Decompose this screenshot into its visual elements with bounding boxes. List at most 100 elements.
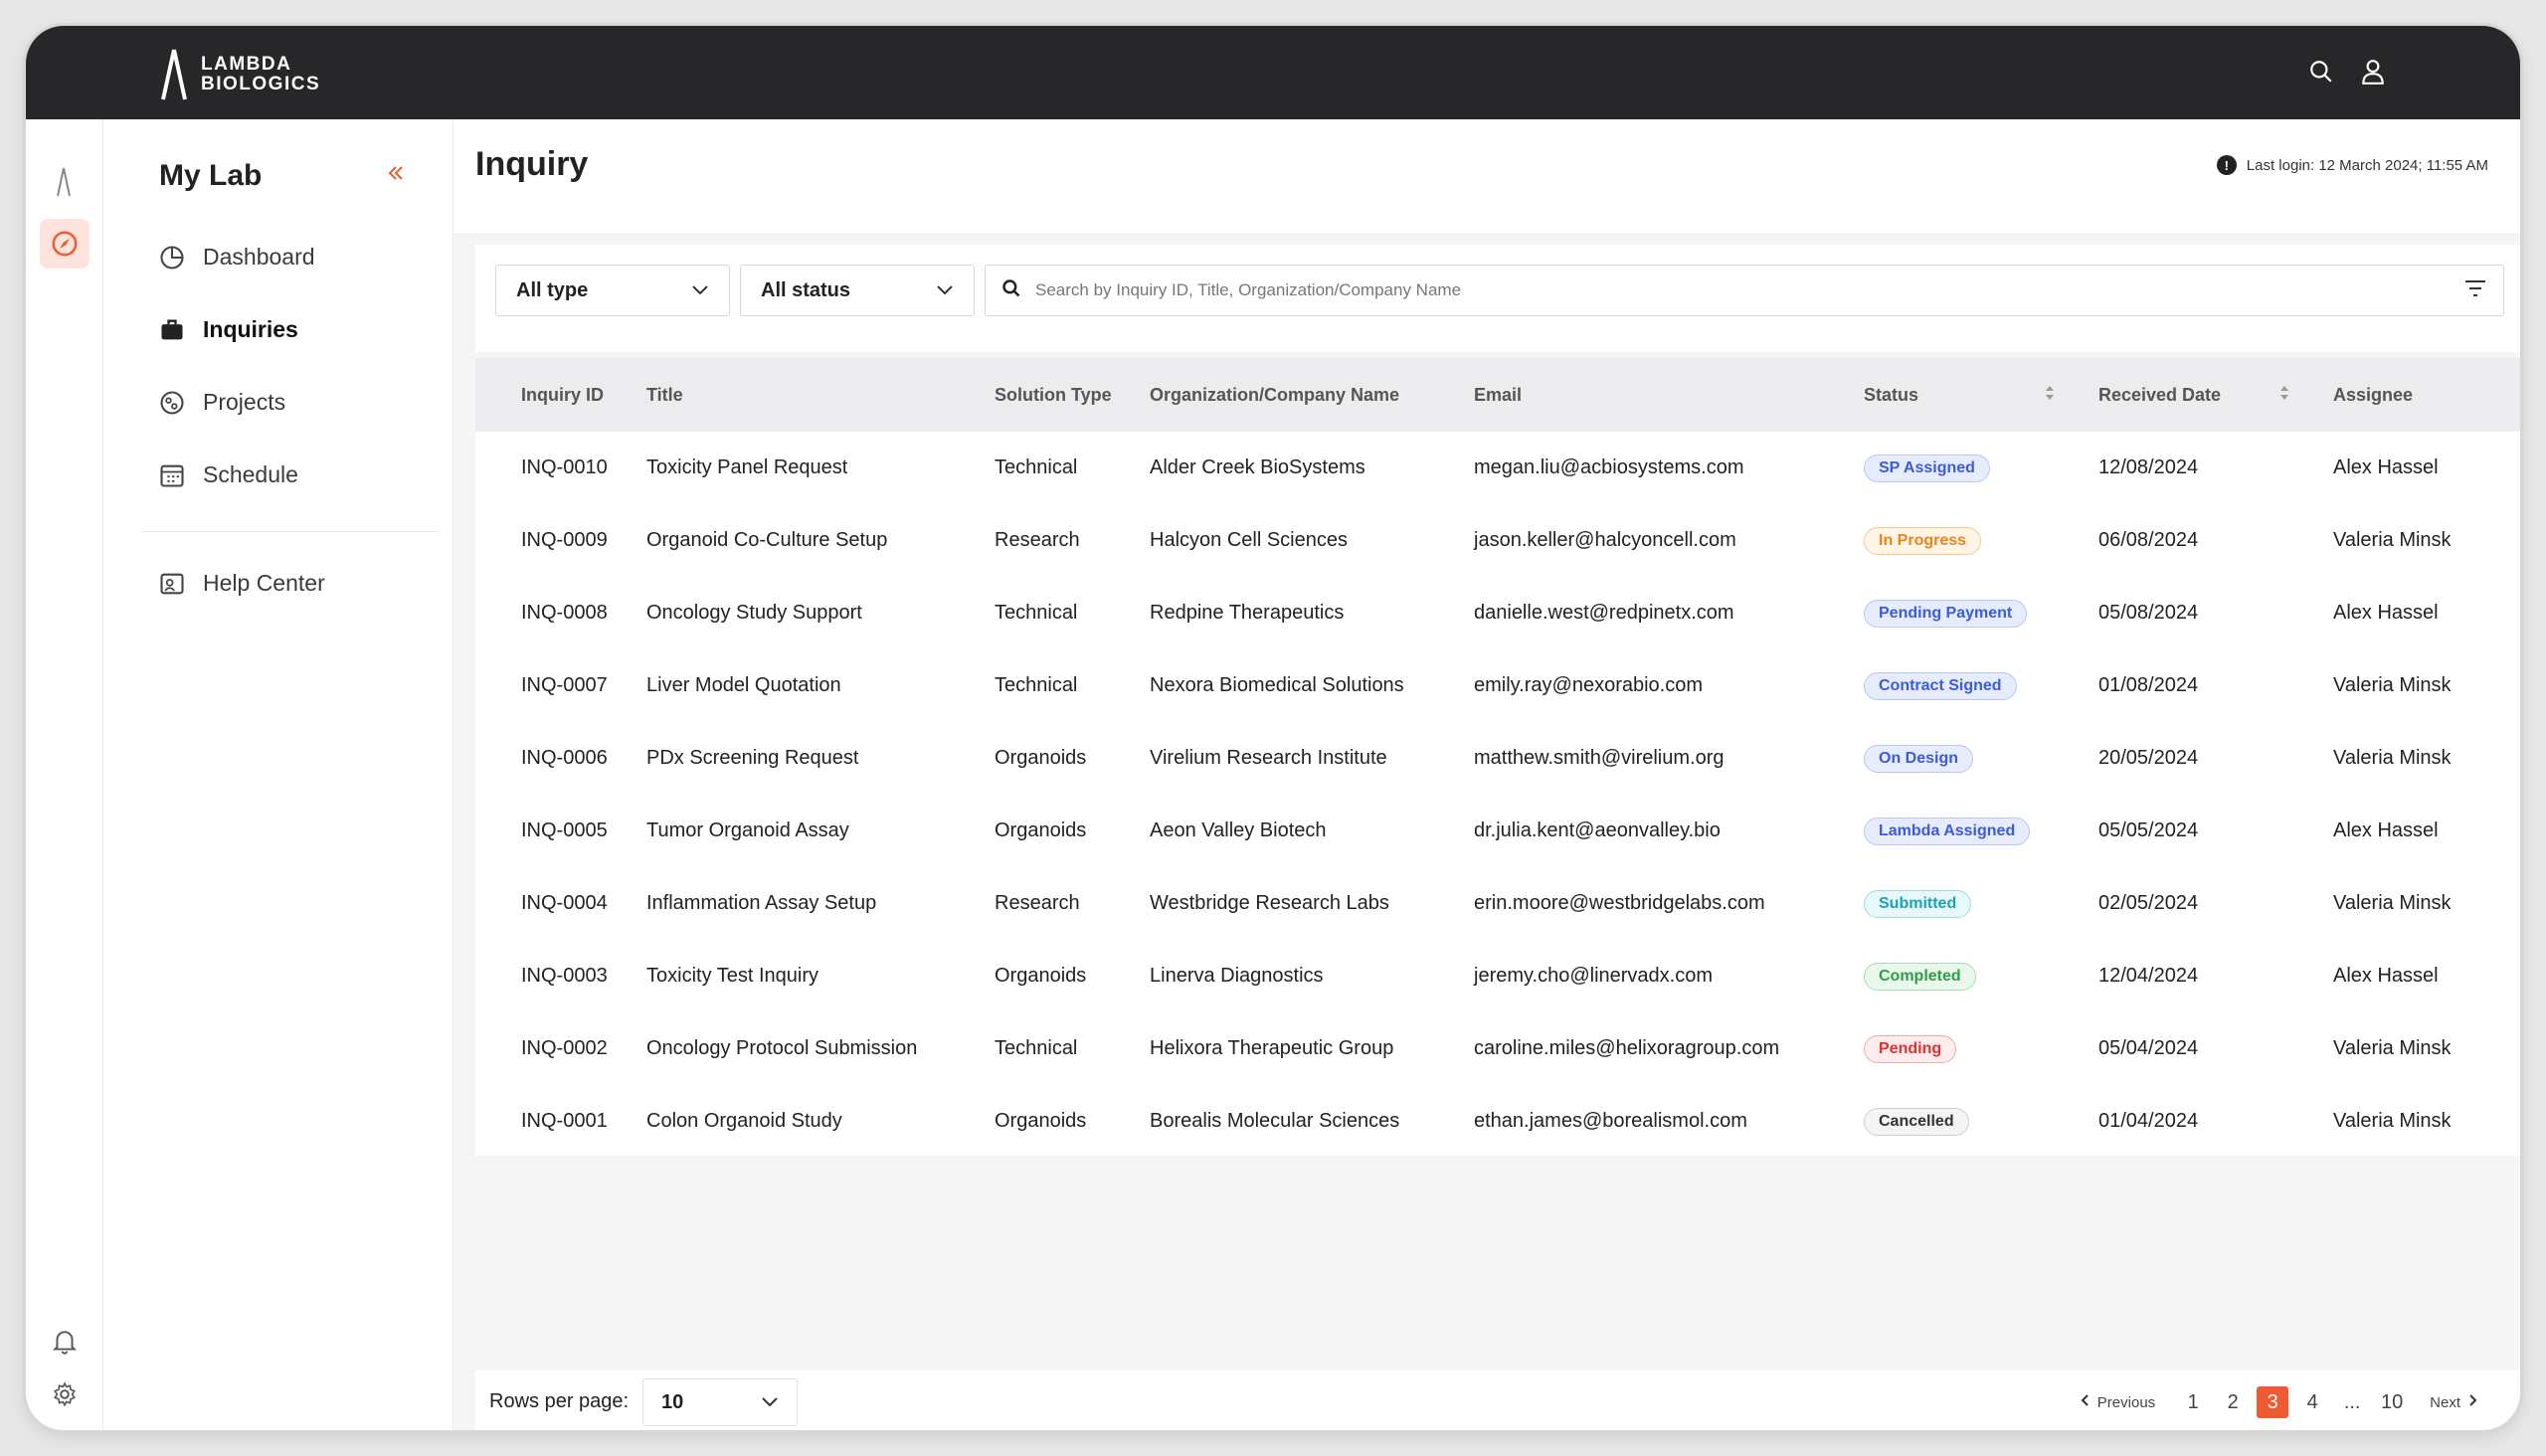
sort-icon[interactable]: [2277, 383, 2291, 408]
header-solution-type[interactable]: Solution Type: [995, 385, 1112, 406]
page-1-button[interactable]: 1: [2177, 1386, 2209, 1418]
cell-email: danielle.west@redpinetx.com: [1474, 602, 1734, 624]
cell-organization: Borealis Molecular Sciences: [1150, 1110, 1400, 1132]
header-assignee[interactable]: Assignee: [2333, 385, 2413, 406]
briefcase-icon: [157, 315, 187, 345]
page-2-button[interactable]: 2: [2217, 1386, 2249, 1418]
search-input[interactable]: [1035, 280, 2450, 300]
status-badge: Lambda Assigned: [1864, 817, 2031, 845]
page-3-button[interactable]: 3: [2257, 1386, 2289, 1418]
sidebar-item-label: Inquiries: [203, 316, 298, 342]
table-row[interactable]: INQ-0002 Oncology Protocol Submission Tech…: [475, 1012, 2520, 1085]
rows-per-page-select[interactable]: 10: [642, 1378, 798, 1426]
header-received-date[interactable]: Received Date: [2098, 385, 2221, 406]
lambda-mark-icon[interactable]: [56, 167, 72, 202]
previous-page-button[interactable]: Previous: [2080, 1393, 2155, 1411]
filter-bar: All type All status: [475, 245, 2520, 352]
cell-inquiry-id: INQ-0003: [521, 965, 608, 987]
filter-icon[interactable]: [2463, 278, 2487, 303]
cell-title: Toxicity Test Inquiry: [646, 965, 819, 987]
collapse-sidebar-icon[interactable]: [384, 161, 408, 190]
status-filter-select[interactable]: All status: [740, 265, 975, 316]
cell-assignee: Valeria Minsk: [2333, 529, 2452, 551]
next-page-button[interactable]: Next: [2430, 1393, 2478, 1411]
cell-title: Organoid Co-Culture Setup: [646, 529, 888, 551]
cell-received-date: 05/04/2024: [2098, 1037, 2199, 1059]
last-login: ! Last login: 12 March 2024; 11:55 AM: [2216, 155, 2488, 175]
cell-solution-type: Organoids: [995, 965, 1087, 987]
cell-solution-type: Research: [995, 892, 1080, 914]
inquiry-table: Inquiry ID Title Solution Type Organizat…: [475, 358, 2520, 1156]
sidebar-item-schedule[interactable]: Schedule: [157, 439, 446, 511]
brand-logo[interactable]: LAMBDA BIOLOGICS: [159, 48, 320, 101]
table-row[interactable]: INQ-0005 Tumor Organoid Assay Organoids Aeo…: [475, 795, 2520, 867]
cell-email: ethan.james@borealismol.com: [1474, 1110, 1747, 1132]
projects-icon: [157, 388, 187, 418]
compass-icon[interactable]: [40, 219, 90, 269]
header-title[interactable]: Title: [646, 385, 683, 406]
pagination: Previous 1 2 3 4... 10 Next: [2062, 1386, 2496, 1418]
cell-assignee: Valeria Minsk: [2333, 1110, 2452, 1132]
sidebar-item-help-center[interactable]: Help Center: [157, 547, 446, 620]
cell-solution-type: Research: [995, 529, 1080, 551]
rows-per-page-label: Rows per page:: [489, 1390, 630, 1412]
status-badge: Submitted: [1864, 889, 1972, 918]
table-row[interactable]: INQ-0006 PDx Screening Request Organoids Vi…: [475, 722, 2520, 795]
sidebar-divider: [141, 531, 440, 532]
chevron-down-icon: [761, 1391, 779, 1414]
table-row[interactable]: INQ-0007 Liver Model Quotation Technical Ne…: [475, 649, 2520, 722]
cell-email: jason.keller@halcyoncell.com: [1474, 529, 1736, 551]
header-organization[interactable]: Organization/Company Name: [1150, 385, 1399, 406]
cell-solution-type: Technical: [995, 456, 1078, 478]
status-badge: Pending: [1864, 1034, 1957, 1063]
cell-inquiry-id: INQ-0009: [521, 529, 608, 551]
sidebar-item-label: Dashboard: [203, 244, 315, 270]
search-icon[interactable]: [2305, 56, 2337, 88]
sort-icon[interactable]: [2043, 383, 2057, 408]
page-4-button[interactable]: 4: [2296, 1386, 2328, 1418]
user-icon[interactable]: [2357, 56, 2389, 88]
cell-title: Toxicity Panel Request: [646, 456, 848, 478]
table-row[interactable]: INQ-0003 Toxicity Test Inquiry Organoids Li…: [475, 940, 2520, 1012]
search-icon: [1001, 278, 1021, 303]
sidebar-item-label: Help Center: [203, 570, 325, 596]
bell-icon[interactable]: [52, 1328, 78, 1361]
cell-received-date: 06/08/2024: [2098, 529, 2199, 551]
header-email[interactable]: Email: [1474, 385, 1522, 406]
cell-email: caroline.miles@helixoragroup.com: [1474, 1037, 1780, 1059]
cell-inquiry-id: INQ-0004: [521, 892, 608, 914]
chevron-left-icon: [2080, 1393, 2090, 1411]
main-content: Inquiry ! Last login: 12 March 2024; 11:…: [454, 119, 2520, 1430]
brand-name: LAMBDA BIOLOGICS: [201, 54, 321, 94]
chevron-down-icon: [936, 279, 954, 302]
table-row[interactable]: INQ-0009 Organoid Co-Culture Setup Researc…: [475, 504, 2520, 577]
header-inquiry-id[interactable]: Inquiry ID: [521, 385, 604, 406]
table-row[interactable]: INQ-0008 Oncology Study Support Technical R…: [475, 577, 2520, 649]
table-row[interactable]: INQ-0001 Colon Organoid Study Organoids Bor…: [475, 1085, 2520, 1158]
cell-assignee: Alex Hassel: [2333, 602, 2439, 624]
cell-email: megan.liu@acbiosystems.com: [1474, 456, 1744, 478]
cell-assignee: Valeria Minsk: [2333, 892, 2452, 914]
status-badge: Contract Signed: [1864, 671, 2017, 700]
cell-email: emily.ray@nexorabio.com: [1474, 674, 1704, 696]
status-badge: On Design: [1864, 744, 1974, 773]
icon-rail: [26, 119, 103, 1430]
sidebar-item-inquiries[interactable]: Inquiries: [157, 293, 446, 366]
sidebar-nav: Dashboard Inquiries Projects Schedule: [157, 221, 446, 511]
cell-solution-type: Organoids: [995, 747, 1087, 769]
header-status[interactable]: Status: [1864, 385, 1918, 406]
table-row[interactable]: INQ-0004 Inflammation Assay Setup Research…: [475, 867, 2520, 940]
gear-icon[interactable]: [52, 1381, 78, 1412]
type-filter-select[interactable]: All type: [495, 265, 730, 316]
cell-organization: Linerva Diagnostics: [1150, 965, 1324, 987]
table-row[interactable]: INQ-0010 Toxicity Panel Request Technical A…: [475, 432, 2520, 504]
cell-inquiry-id: INQ-0001: [521, 1110, 608, 1132]
status-badge: Pending Payment: [1864, 599, 2028, 628]
cell-organization: Halcyon Cell Sciences: [1150, 529, 1348, 551]
sidebar-item-dashboard[interactable]: Dashboard: [157, 221, 446, 293]
cell-received-date: 01/08/2024: [2098, 674, 2199, 696]
cell-title: Colon Organoid Study: [646, 1110, 842, 1132]
page-10-button[interactable]: 10: [2376, 1386, 2408, 1418]
sidebar-item-projects[interactable]: Projects: [157, 366, 446, 439]
cell-inquiry-id: INQ-0005: [521, 819, 608, 841]
